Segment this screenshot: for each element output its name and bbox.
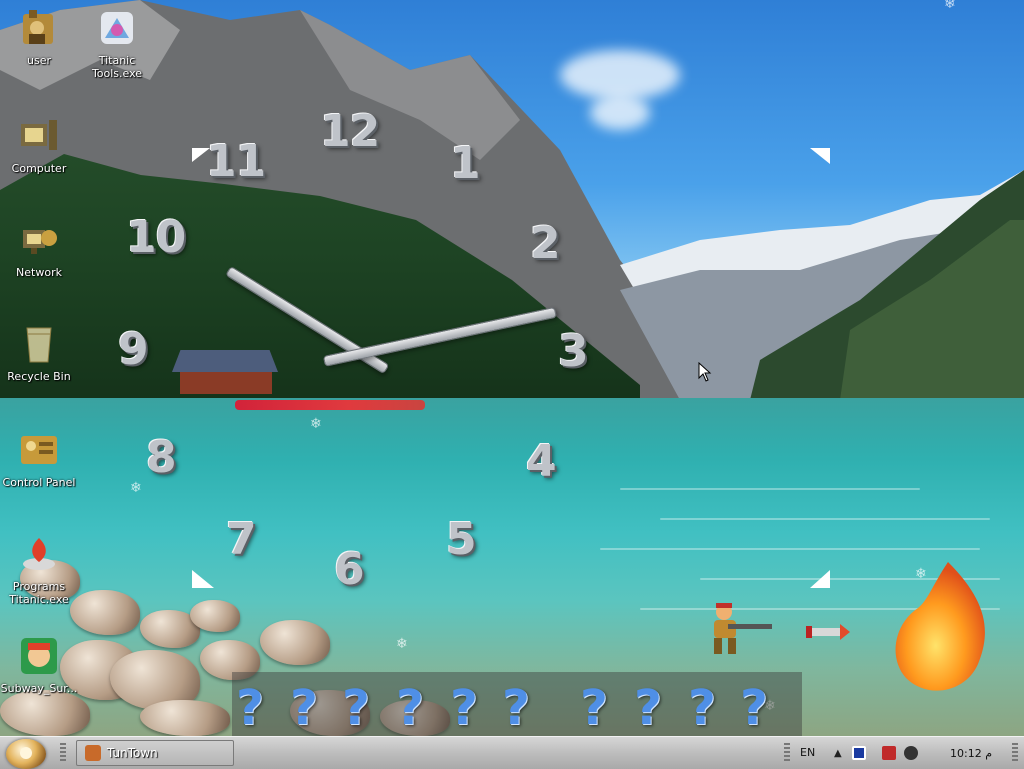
- show-desktop-grip[interactable]: [1012, 743, 1018, 763]
- desktop-icon-recycle-bin[interactable]: Recycle Bin: [0, 324, 78, 383]
- desktop-icon-programs-titanic[interactable]: Programs Titanic.exe: [0, 534, 78, 606]
- clock-numeral: 4: [526, 436, 557, 487]
- desktop-icon-label: Subway_Sur...: [0, 682, 78, 695]
- question-mark-button[interactable]: ?: [688, 680, 716, 736]
- desktop-icon-label: user: [27, 54, 51, 67]
- desktop-icon-user[interactable]: user: [0, 8, 78, 67]
- clock-frame-corner: [192, 570, 214, 588]
- user-folder-icon: [23, 10, 53, 44]
- clock-numeral: 6: [334, 544, 365, 595]
- question-mark-button[interactable]: ?: [450, 680, 478, 736]
- desktop-icon-label: Computer: [11, 162, 67, 175]
- desktop-icon-label: Network: [16, 266, 62, 279]
- volume-icon[interactable]: [904, 746, 918, 760]
- question-mark-button[interactable]: ?: [502, 680, 530, 736]
- desktop-icon-titanic-tools[interactable]: Titanic Tools.exe: [78, 8, 156, 80]
- start-button[interactable]: [6, 739, 46, 769]
- question-mark-button[interactable]: ?: [634, 680, 662, 736]
- desktop-icon-subway-surfers[interactable]: Subway_Sur...: [0, 636, 78, 695]
- taskbar-grip[interactable]: [60, 743, 66, 763]
- clock-numeral: 10: [126, 212, 186, 263]
- boathouse: [172, 350, 278, 398]
- desktop-icon-control-panel[interactable]: Control Panel: [0, 430, 78, 489]
- boats: [235, 400, 425, 410]
- mouse-cursor-icon: [698, 362, 712, 382]
- control-panel-icon: [21, 436, 57, 464]
- programs-titanic-icon: [23, 538, 55, 570]
- clock-numeral: 12: [320, 106, 380, 157]
- question-mark-button[interactable]: ?: [580, 680, 608, 736]
- clock-numeral: 2: [530, 218, 561, 269]
- show-hidden-icons-button[interactable]: ▲: [834, 748, 842, 759]
- language-indicator[interactable]: EN: [800, 746, 815, 759]
- titanic-tools-icon: [101, 12, 133, 44]
- subway-surfers-icon: [21, 638, 57, 674]
- desktop[interactable]: ❄ ❄ ❄ ❄ ❄ ❄ user Titanic Tools.exe Compu…: [0, 0, 1024, 736]
- desktop-icon-label: Control Panel: [2, 476, 76, 489]
- fireball-sprite: [895, 562, 985, 691]
- clock-numeral: 1: [450, 138, 481, 189]
- desktop-icon-computer[interactable]: Computer: [0, 116, 78, 175]
- clock-frame-corner: [192, 148, 210, 162]
- tray-grip[interactable]: [784, 743, 790, 763]
- clock-frame-corner: [810, 570, 830, 588]
- clock-numeral: 3: [558, 326, 589, 377]
- desktop-icon-label: Programs Titanic.exe: [9, 580, 69, 606]
- clock-numeral: 5: [446, 514, 477, 565]
- question-mark-button[interactable]: ?: [396, 680, 424, 736]
- clock-numeral: 7: [226, 514, 257, 565]
- desktop-icon-label: Titanic Tools.exe: [91, 54, 143, 80]
- network-icon: [23, 230, 57, 254]
- computer-icon: [21, 120, 57, 150]
- question-mark-button[interactable]: ?: [290, 680, 318, 736]
- start-orb-icon: [20, 747, 32, 759]
- clock-numeral: 11: [206, 136, 266, 187]
- desktop-icon-network[interactable]: Network: [0, 220, 78, 279]
- soldier-sprite[interactable]: [698, 600, 776, 660]
- network-tray-icon[interactable]: [882, 746, 896, 760]
- rocket-sprite: [806, 624, 850, 640]
- question-mark-button[interactable]: ?: [236, 680, 264, 736]
- clock-frame-corner: [810, 148, 830, 164]
- taskbar-clock[interactable]: 10:12 م: [950, 747, 992, 760]
- clock-numeral: 8: [146, 432, 177, 483]
- taskbar: TunTown EN ▲ 10:12 م: [0, 736, 1024, 769]
- tuntown-app-icon: [85, 745, 101, 761]
- taskbar-item-tuntown[interactable]: TunTown: [76, 740, 234, 766]
- system-tray: EN ▲ 10:12 م: [794, 739, 1020, 767]
- taskbar-item-label: TunTown: [107, 746, 158, 760]
- question-mark-button[interactable]: ?: [342, 680, 370, 736]
- recycle-bin-icon: [26, 327, 52, 363]
- desktop-icon-label: Recycle Bin: [7, 370, 71, 383]
- clock-numeral: 9: [118, 324, 149, 375]
- question-mark-button[interactable]: ?: [740, 680, 768, 736]
- tray-app-icon[interactable]: [852, 746, 866, 760]
